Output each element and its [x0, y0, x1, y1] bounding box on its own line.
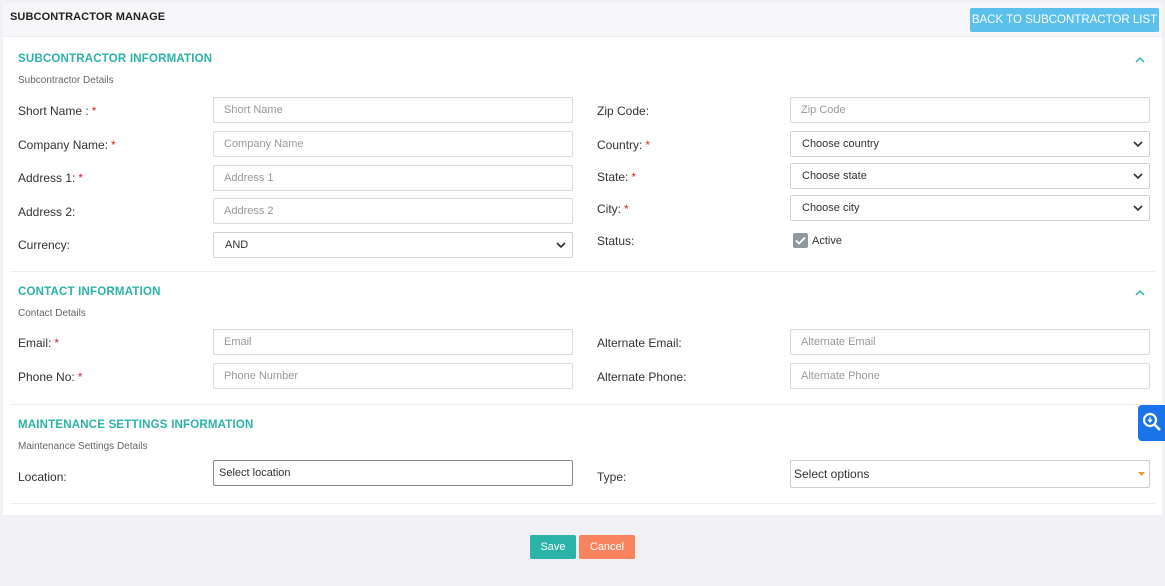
chevron-down-icon	[556, 242, 566, 249]
phone-label: Phone No: *	[18, 370, 83, 384]
collapse-chevron-up-icon[interactable]	[1133, 286, 1147, 300]
card-header: SUBCONTRACTOR MANAGE BACK TO SUBCONTRACT…	[3, 3, 1162, 37]
alt-email-input[interactable]: Alternate Email	[790, 329, 1150, 355]
state-value: Choose state	[802, 170, 867, 182]
section-title: MAINTENANCE SETTINGS INFORMATION	[18, 419, 254, 431]
currency-select[interactable]: AND	[213, 232, 573, 258]
city-label: City: *	[597, 202, 629, 216]
type-value: Select options	[794, 467, 870, 481]
search-help-widget[interactable]	[1138, 405, 1165, 441]
email-input[interactable]: Email	[213, 329, 573, 355]
contact-information-section: CONTACT INFORMATION Contact Details Emai…	[10, 272, 1155, 405]
address1-label: Address 1: *	[18, 171, 84, 185]
save-button[interactable]: Save	[530, 535, 576, 559]
type-label: Type:	[597, 470, 627, 484]
short-name-input[interactable]: Short Name	[213, 97, 573, 123]
page-title: SUBCONTRACTOR MANAGE	[10, 11, 166, 23]
country-select[interactable]: Choose country	[790, 131, 1150, 157]
phone-input[interactable]: Phone Number	[213, 363, 573, 389]
chevron-down-icon	[1133, 205, 1143, 212]
company-name-label: Company Name: *	[18, 138, 116, 152]
cancel-button[interactable]: Cancel	[579, 535, 635, 559]
subcontractor-information-section: SUBCONTRACTOR INFORMATION Subcontractor …	[10, 39, 1155, 272]
type-multiselect[interactable]: Select options	[790, 460, 1150, 488]
section-title: CONTACT INFORMATION	[18, 286, 161, 298]
search-help-icon	[1142, 412, 1161, 431]
caret-down-icon	[1138, 472, 1145, 476]
section-subtitle: Maintenance Settings Details	[18, 441, 148, 452]
email-label: Email: *	[18, 336, 60, 350]
chevron-down-icon	[1133, 141, 1143, 148]
location-label: Location:	[18, 470, 67, 484]
company-name-input[interactable]: Company Name	[213, 131, 573, 157]
active-label: Active	[812, 234, 842, 247]
subcontractor-form-card: SUBCONTRACTOR MANAGE BACK TO SUBCONTRACT…	[3, 3, 1162, 515]
maintenance-settings-section: MAINTENANCE SETTINGS INFORMATION Mainten…	[10, 405, 1155, 504]
checkmark-icon	[795, 236, 806, 245]
country-value: Choose country	[802, 138, 880, 150]
country-label: Country: *	[597, 138, 651, 152]
status-label: Status:	[597, 234, 635, 248]
section-title: SUBCONTRACTOR INFORMATION	[18, 53, 213, 65]
currency-label: Currency:	[18, 238, 71, 252]
alt-phone-label: Alternate Phone:	[597, 370, 687, 384]
section-subtitle: Contact Details	[18, 308, 86, 319]
status-active-checkbox[interactable]: Active	[793, 233, 842, 248]
state-select[interactable]: Choose state	[790, 163, 1150, 189]
location-select[interactable]: Select location	[213, 460, 573, 486]
state-label: State: *	[597, 170, 637, 184]
section-subtitle: Subcontractor Details	[18, 75, 114, 86]
collapse-chevron-up-icon[interactable]	[1133, 53, 1147, 67]
address2-label: Address 2:	[18, 205, 76, 219]
zip-code-input[interactable]: Zip Code	[790, 97, 1150, 123]
currency-value: AND	[225, 239, 249, 251]
city-select[interactable]: Choose city	[790, 195, 1150, 221]
address2-input[interactable]: Address 2	[213, 198, 573, 224]
zip-code-label: Zip Code:	[597, 104, 650, 118]
alt-email-label: Alternate Email:	[597, 336, 682, 350]
back-to-list-button[interactable]: BACK TO SUBCONTRACTOR LIST	[970, 8, 1159, 32]
chevron-down-icon	[1133, 173, 1143, 180]
city-value: Choose city	[802, 202, 860, 214]
checkbox-box[interactable]	[793, 233, 808, 248]
address1-input[interactable]: Address 1	[213, 165, 573, 191]
short-name-label: Short Name : *	[18, 104, 97, 118]
alt-phone-input[interactable]: Alternate Phone	[790, 363, 1150, 389]
